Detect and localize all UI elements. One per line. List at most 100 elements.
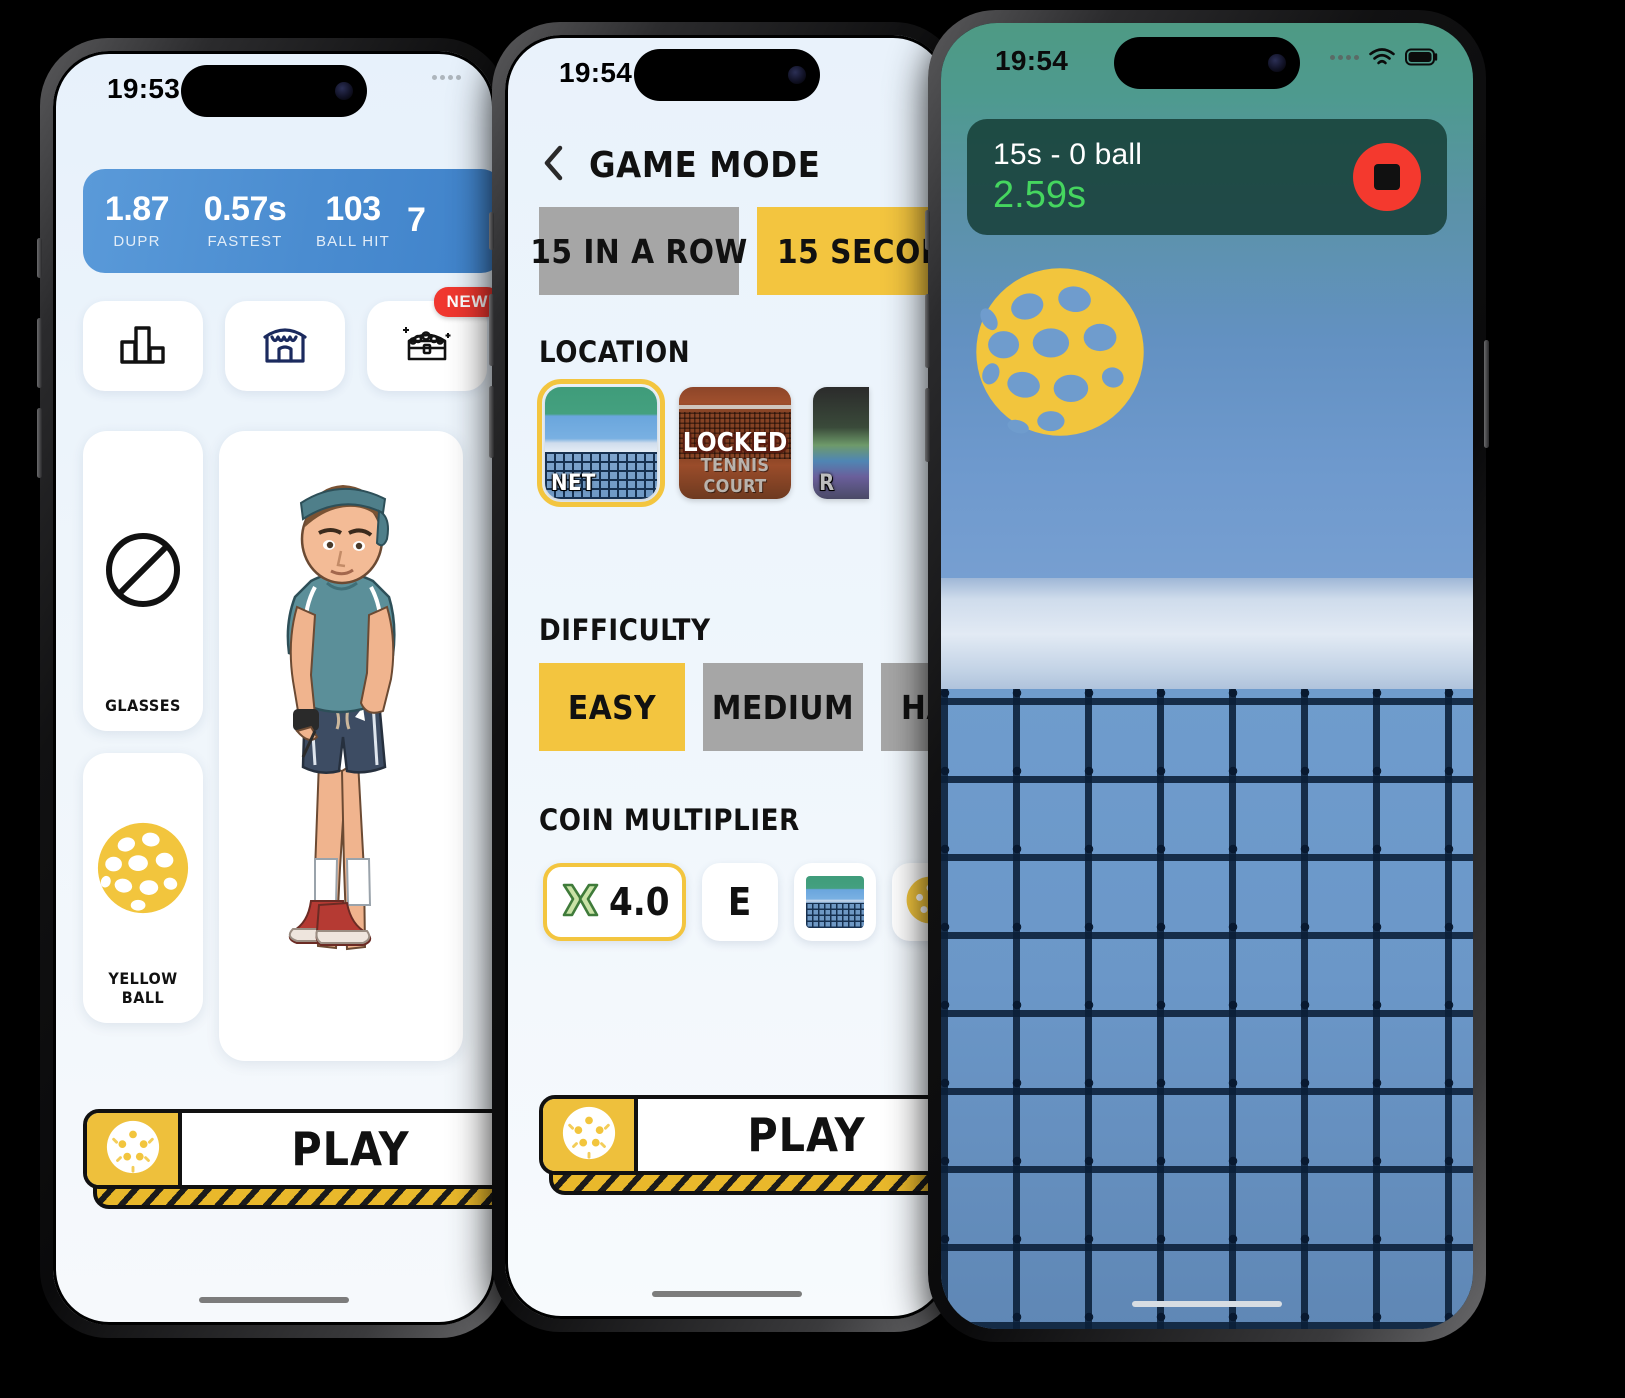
stat-label: BALL HIT <box>315 233 391 251</box>
coin-card-net-thumb[interactable] <box>793 863 876 941</box>
hud-timer-value: 2.59s <box>993 173 1086 216</box>
play-label: PLAY <box>291 1122 410 1176</box>
shop-button[interactable] <box>225 301 345 391</box>
pickleball-icon <box>560 1104 618 1167</box>
location-card-net[interactable]: NET <box>537 379 665 507</box>
treasure-chest-button[interactable]: NEW <box>367 287 495 391</box>
signal-dots-icon <box>432 75 461 80</box>
gameplay-hud: 15s - 0 ball 2.59s <box>967 119 1447 235</box>
silent-switch[interactable] <box>489 212 494 250</box>
page-title: GAME MODE <box>589 145 821 186</box>
coin-card-e[interactable]: E <box>701 863 778 941</box>
status-time: 19:54 <box>559 57 633 88</box>
battery-icon <box>1405 48 1439 66</box>
nav-row: GAME MODE <box>539 145 820 186</box>
home-indicator[interactable] <box>1132 1301 1282 1307</box>
coin-card-dupr[interactable]: 4.0 <box>543 863 686 941</box>
leaderboard-icon <box>118 322 168 371</box>
volume-down-button[interactable] <box>37 408 42 478</box>
stat-label: DUPR <box>113 233 161 251</box>
dynamic-island <box>634 49 820 101</box>
location-label: R <box>819 471 835 496</box>
stat-value: 1.87 <box>104 189 170 228</box>
chip-label: 15 IN A ROW <box>530 231 748 271</box>
location-label: NET <box>551 471 596 496</box>
game-mode-chip-row: 15 IN A ROW 15 SECONDS <box>530 207 947 295</box>
new-badge: NEW <box>433 287 495 317</box>
hud-mode-label: 15s - 0 ball <box>993 137 1143 171</box>
phone-3-gameplay-screen: 19:54 15s - 0 ball 2.59s <box>925 10 1489 1342</box>
volume-up-button[interactable] <box>925 294 930 368</box>
section-title-location: LOCATION <box>539 335 691 369</box>
slot-label: GLASSES <box>105 696 181 715</box>
play-ball-badge <box>543 1099 638 1171</box>
chip-label: 15 SECONDS <box>777 231 947 271</box>
net-knots-layer <box>941 689 1473 1329</box>
net-tape-layer <box>941 578 1473 696</box>
stat-fastest: 0.57s FASTEST <box>191 189 299 250</box>
treasure-chest-icon <box>400 321 454 372</box>
pickleball-icon <box>104 1118 162 1181</box>
volume-down-button[interactable] <box>489 386 494 458</box>
section-title-coin-multiplier: COIN MULTIPLIER <box>539 803 800 837</box>
stat-cut-off: 7 <box>407 203 455 239</box>
chip-label: EASY <box>567 687 657 727</box>
slot-ball[interactable]: YELLOW BALL <box>83 753 203 1023</box>
equip-slot-column: GLASSES YELLOW BALL <box>83 431 203 1023</box>
wifi-icon <box>1368 47 1396 67</box>
location-card-partial[interactable]: R <box>813 387 869 499</box>
slot-glasses[interactable]: GLASSES <box>83 431 203 731</box>
stats-banner[interactable]: 1.87 DUPR 0.57s FASTEST 103 BALL HIT 7 <box>83 169 495 273</box>
stat-value: 103 <box>325 189 381 228</box>
chip-label: MEDIUM <box>711 687 855 727</box>
quick-action-row: NEW <box>83 287 495 391</box>
play-label: PLAY <box>747 1108 866 1162</box>
front-camera-icon <box>335 82 353 100</box>
front-camera-icon <box>788 66 806 84</box>
gameplay-pickleball <box>969 261 1151 443</box>
front-camera-icon <box>1268 54 1286 72</box>
home-indicator[interactable] <box>652 1291 802 1297</box>
dupr-icon <box>559 879 603 926</box>
status-bar-3: 19:54 <box>941 23 1473 97</box>
volume-up-button[interactable] <box>489 294 494 366</box>
chevron-left-icon <box>541 144 565 187</box>
stop-button[interactable] <box>1353 143 1421 211</box>
leaderboard-button[interactable] <box>83 301 203 391</box>
play-button-2[interactable]: PLAY <box>539 1095 949 1195</box>
none-slash-icon <box>100 527 186 618</box>
silent-switch[interactable] <box>37 238 42 278</box>
shop-icon <box>259 321 311 372</box>
location-card-tennis-court[interactable]: LOCKED TENNIS COURT <box>679 387 791 499</box>
coin-multiplier-row: 4.0 E <box>543 863 949 941</box>
phone-1-home-screen: 19:53 1.87 DUPR 0.57s FASTEST 103 BALL H… <box>37 38 511 1338</box>
status-indicators <box>432 75 461 80</box>
status-bar-2: 19:54 <box>505 35 949 109</box>
silent-switch[interactable] <box>925 210 930 250</box>
stat-value: 7 <box>407 203 426 239</box>
home-indicator[interactable] <box>199 1297 349 1303</box>
location-row: NET LOCKED TENNIS COURT R <box>537 379 869 507</box>
three-phone-mockup: 19:53 1.87 DUPR 0.57s FASTEST 103 BALL H… <box>0 0 1625 1398</box>
mode-chip-15-in-a-row[interactable]: 15 IN A ROW <box>530 207 747 295</box>
play-ball-badge <box>87 1113 182 1185</box>
pickleball-icon <box>94 819 192 922</box>
net-thumb-icon <box>805 876 864 928</box>
volume-up-button[interactable] <box>37 318 42 388</box>
avatar-card[interactable] <box>219 431 463 1061</box>
status-bar-1: 19:53 <box>53 51 495 125</box>
difficulty-chip-easy[interactable]: EASY <box>539 663 685 751</box>
stop-square-icon <box>1374 164 1400 190</box>
stat-value: 0.57s <box>203 189 287 228</box>
status-time: 19:54 <box>995 45 1069 76</box>
section-title-difficulty: DIFFICULTY <box>539 613 711 647</box>
difficulty-chip-medium[interactable]: MEDIUM <box>703 663 863 751</box>
play-button-1[interactable]: PLAY <box>83 1109 495 1209</box>
dynamic-island <box>181 65 367 117</box>
volume-down-button[interactable] <box>925 388 930 462</box>
power-button[interactable] <box>1484 340 1489 448</box>
pickleball-icon <box>969 268 1151 447</box>
back-button[interactable] <box>539 144 567 187</box>
player-avatar <box>219 485 463 1061</box>
mode-chip-15-seconds[interactable]: 15 SECONDS <box>757 207 947 295</box>
